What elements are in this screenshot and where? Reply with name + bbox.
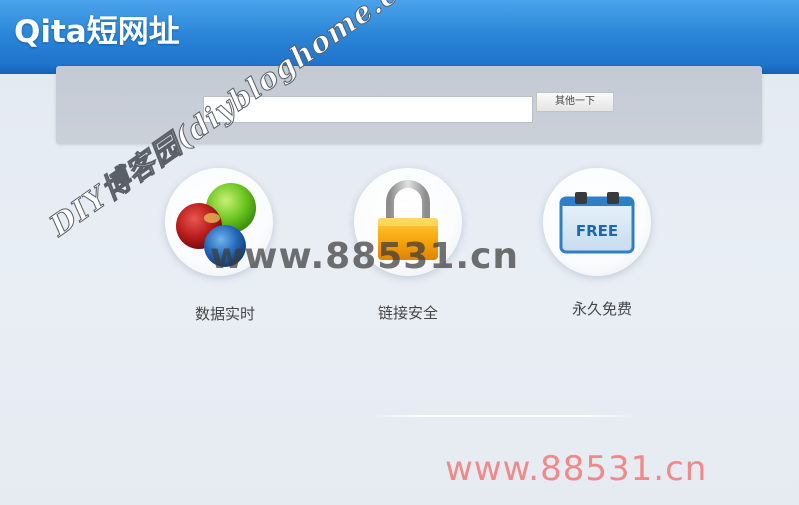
free-calendar-icon: FREE bbox=[559, 192, 635, 254]
free-icon-text: FREE bbox=[576, 222, 618, 240]
watermark-bottom: www.88531.cn bbox=[445, 449, 708, 489]
divider-line bbox=[372, 415, 634, 417]
watermark-center: www.88531.cn bbox=[210, 236, 520, 277]
feature-label-security: 链接安全 bbox=[377, 304, 438, 322]
feature-free-circle: FREE bbox=[543, 168, 651, 276]
header-bar: Qita短网址 bbox=[0, 0, 799, 74]
feature-label-realtime: 数据实时 bbox=[194, 305, 255, 323]
shorten-button[interactable]: 其他一下 bbox=[536, 92, 614, 112]
site-logo[interactable]: Qita短网址 bbox=[14, 6, 180, 51]
feature-label-free: 永久免费 bbox=[571, 300, 632, 318]
